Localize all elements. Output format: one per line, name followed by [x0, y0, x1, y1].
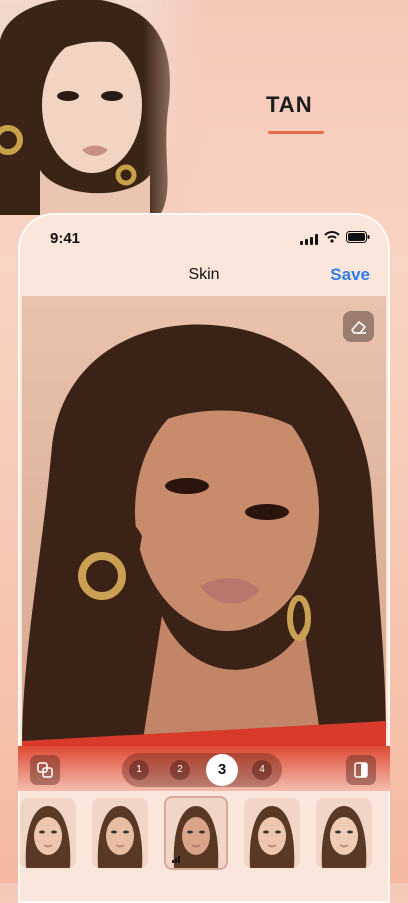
strength-bars-icon — [172, 856, 180, 863]
save-button[interactable]: Save — [330, 265, 370, 285]
filter-thumbnail[interactable] — [92, 798, 148, 868]
filter-thumbnail[interactable] — [20, 798, 76, 868]
level-3-button[interactable]: 3 — [206, 754, 238, 786]
level-toolbar: 1 2 3 4 — [18, 746, 390, 791]
compare-layers-button[interactable] — [30, 755, 60, 785]
promo-portrait-photo — [0, 0, 205, 215]
eraser-button[interactable] — [343, 311, 374, 342]
edited-portrait-photo — [22, 324, 386, 746]
photo-editor-canvas[interactable] — [22, 296, 386, 746]
level-selector: 1 2 3 4 — [122, 753, 282, 787]
battery-icon — [346, 230, 370, 248]
compare-layers-icon — [37, 762, 53, 778]
level-4-button[interactable]: 4 — [252, 760, 272, 780]
status-bar: 9:41 — [18, 213, 390, 259]
filter-thumbnails — [18, 796, 390, 870]
filter-thumbnail-selected[interactable] — [164, 796, 228, 870]
eraser-icon — [350, 320, 366, 334]
filter-thumbnail[interactable] — [244, 798, 300, 868]
status-time: 9:41 — [50, 230, 81, 247]
nav-bar: Skin Save — [18, 257, 390, 295]
level-1-button[interactable]: 1 — [129, 760, 149, 780]
promo-title-underline — [268, 131, 324, 134]
level-2-button[interactable]: 2 — [170, 760, 190, 780]
phone-frame: 9:41 Skin Save 1 2 3 4 — [18, 213, 390, 903]
signal-icon — [300, 233, 318, 245]
filter-thumbnail[interactable] — [316, 798, 372, 868]
before-after-icon — [354, 762, 368, 778]
before-after-button[interactable] — [346, 755, 376, 785]
promo-title: TAN — [266, 92, 313, 117]
wifi-icon — [324, 230, 340, 248]
